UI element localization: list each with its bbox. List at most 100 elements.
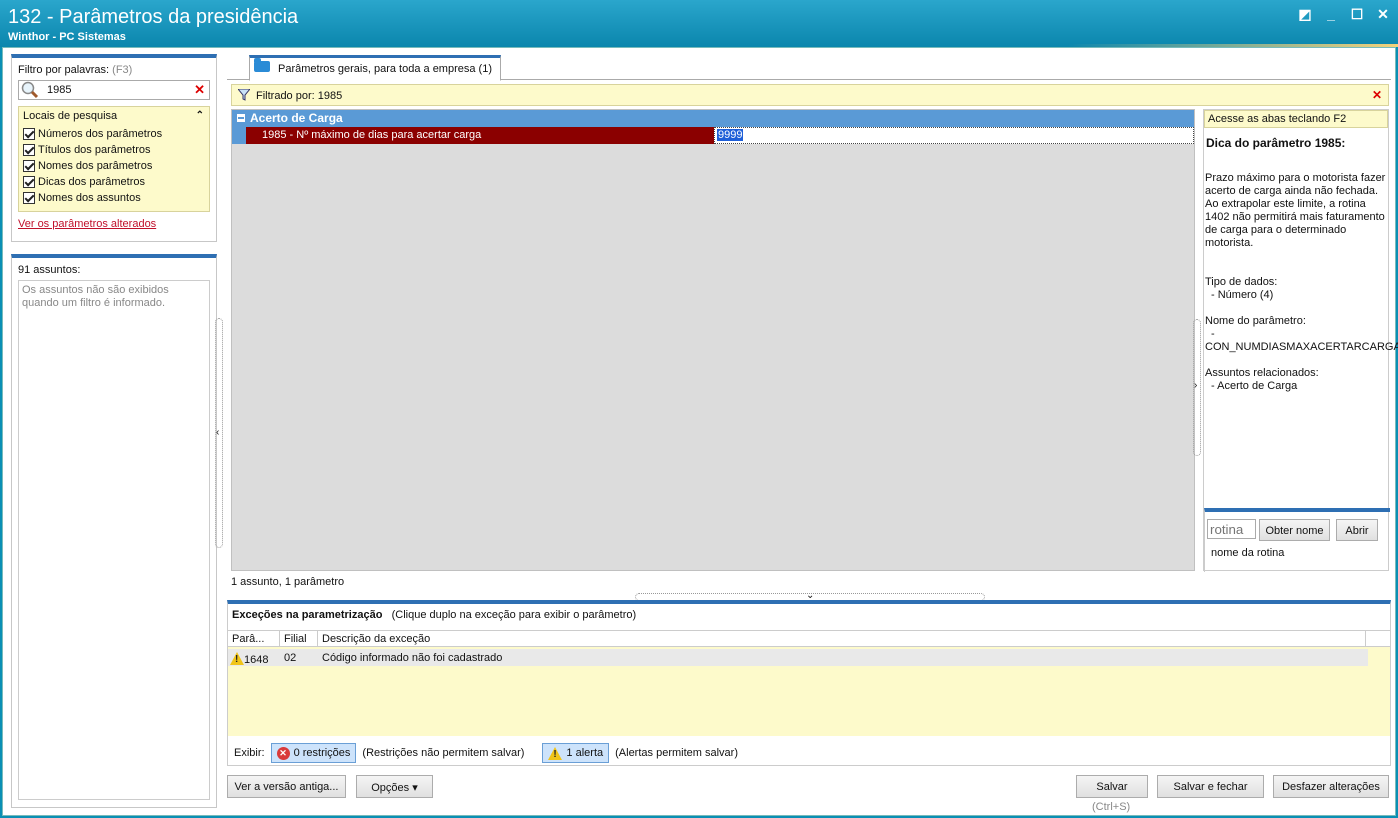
result-count: 1 assunto, 1 parâmetro [231, 576, 345, 588]
checkbox-label: Números dos parâmetros [38, 128, 163, 140]
checkbox-option[interactable]: Nomes dos parâmetros [23, 158, 205, 174]
filter-status-label: Filtrado por: 1985 [256, 90, 343, 102]
cell-description: Código informado não foi cadastrado [322, 652, 503, 664]
tab-parametros-gerais[interactable]: Parâmetros gerais, para toda a empresa (… [249, 55, 501, 81]
checkbox-option[interactable]: Números dos parâmetros [23, 126, 205, 142]
params-grid: Acerto de Carga 1985 - Nº máximo de dias… [231, 109, 1195, 571]
filter-shortcut: (F3) [112, 64, 133, 76]
checkbox-icon[interactable] [23, 176, 35, 188]
name-dash: - [1211, 328, 1215, 340]
checkbox-icon[interactable] [23, 160, 35, 172]
help-panel: Acesse as abas teclando F2 Dica do parâm… [1203, 109, 1398, 572]
name-value: CON_NUMDIASMAXACERTARCARGA [1205, 341, 1398, 353]
checkbox-label: Títulos dos parâmetros [38, 144, 151, 156]
subjects-message: Os assuntos não são exibidos quando um f… [22, 284, 169, 309]
window-client: Filtro por palavras: (F3) 1985 ✕ Locais … [2, 47, 1398, 816]
save-and-close-button[interactable]: Salvar e fechar [1157, 775, 1264, 798]
restrictions-label: 0 restrições [293, 747, 351, 759]
param-row[interactable]: 1985 - Nº máximo de dias para acertar ca… [232, 127, 1194, 144]
folder-icon [254, 58, 270, 72]
exceptions-panel: Exceções na parametrização (Clique duplo… [227, 600, 1391, 766]
type-value: - Número (4) [1211, 289, 1274, 301]
window-title: 132 - Parâmetros da presidência [8, 6, 299, 28]
param-value: 9999 [717, 129, 744, 141]
exceptions-table: Parâ... Filial Descrição da exceção 1648… [228, 630, 1390, 736]
warning-icon [548, 746, 563, 760]
checkbox-icon[interactable] [23, 128, 35, 140]
column-header[interactable]: Descrição da exceção [318, 631, 1366, 646]
abrir-button[interactable]: Abrir [1336, 519, 1378, 541]
group-row[interactable]: Acerto de Carga [232, 110, 1194, 127]
options-button[interactable]: Opções ▾ [356, 775, 433, 798]
search-input[interactable]: 1985 ✕ [18, 80, 210, 100]
warning-icon [230, 652, 244, 665]
main-area: Parâmetros gerais, para toda a empresa (… [227, 52, 1398, 592]
restore-icon[interactable]: ◩ [1298, 6, 1312, 23]
maximize-icon[interactable]: ☐ [1350, 6, 1364, 23]
shortcut-hint: Acesse as abas teclando F2 [1204, 110, 1388, 128]
chevron-right-icon[interactable]: › [1194, 380, 1197, 391]
checkbox-label: Nomes dos parâmetros [38, 160, 153, 172]
tab-label: Parâmetros gerais, para toda a empresa (… [278, 63, 492, 75]
alerts-toggle[interactable]: 1 alerta [542, 743, 610, 763]
window-subtitle: Winthor - PC Sistemas [8, 31, 126, 43]
subjects-list[interactable]: Os assuntos não são exibidos quando um f… [18, 280, 210, 800]
cell-param: 1648 [244, 654, 269, 666]
checkbox-label: Dicas dos parâmetros [38, 176, 145, 188]
title-bar: 132 - Parâmetros da presidência Winthor … [0, 0, 1398, 47]
restrictions-note: (Restrições não permitem salvar) [362, 747, 525, 759]
restrictions-toggle[interactable]: ✕ 0 restrições [270, 743, 357, 763]
rotina-input[interactable] [1207, 519, 1256, 539]
checkbox-option[interactable]: Nomes dos assuntos [23, 190, 205, 206]
checkbox-option[interactable]: Dicas dos parâmetros [23, 174, 205, 190]
close-icon[interactable]: ✕ [1376, 6, 1390, 23]
filter-status-bar: Filtrado por: 1985 ✕ [231, 84, 1389, 106]
collapse-group-icon[interactable] [237, 114, 245, 122]
rotina-panel: Obter nome Abrir nome da rotina [1204, 508, 1390, 572]
obter-nome-button[interactable]: Obter nome [1259, 519, 1330, 541]
column-header[interactable]: Filial [280, 631, 318, 646]
filter-label: Filtro por palavras: [18, 64, 110, 76]
related-value: - Acerto de Carga [1211, 380, 1298, 392]
changed-params-link[interactable]: Ver os parâmetros alterados [18, 218, 210, 230]
rotina-name: nome da rotina [1211, 547, 1285, 559]
chevron-left-icon[interactable]: ‹ [216, 427, 219, 438]
param-metadata: Tipo de dados: - Número (4) Nome do parâ… [1205, 276, 1398, 393]
related-label: Assuntos relacionados: [1205, 367, 1319, 379]
search-icon [21, 81, 39, 99]
tip-description: Prazo máximo para o motorista fazer acer… [1205, 172, 1386, 249]
exceptions-hint: (Clique duplo na exceção para exibir o p… [391, 609, 637, 621]
param-value-input[interactable]: 9999 [714, 127, 1194, 144]
checkbox-icon[interactable] [23, 192, 35, 204]
column-header[interactable]: Parâ... [228, 631, 280, 646]
filter-panel: Filtro por palavras: (F3) 1985 ✕ Locais … [11, 54, 217, 242]
checkbox-label: Nomes dos assuntos [38, 192, 141, 204]
exibir-label: Exibir: [234, 747, 265, 759]
param-name: 1985 - Nº máximo de dias para acertar ca… [246, 127, 714, 144]
search-value: 1985 [47, 84, 72, 96]
right-splitter[interactable]: › [1193, 319, 1201, 456]
funnel-icon [238, 89, 250, 101]
table-row[interactable]: 1648 02 Código informado não foi cadastr… [228, 649, 1368, 666]
collapse-icon[interactable]: ⌃ [196, 110, 204, 121]
search-locations-panel: Locais de pesquisa ⌃ Números dos parâmet… [18, 106, 210, 212]
subjects-panel: 91 assuntos: Os assuntos não são exibido… [11, 254, 217, 808]
row-indent [232, 127, 246, 144]
table-header: Parâ... Filial Descrição da exceção [228, 631, 1390, 647]
left-splitter[interactable]: ‹ [215, 318, 223, 548]
group-label: Acerto de Carga [250, 111, 343, 125]
clear-filter-icon[interactable]: ✕ [1372, 88, 1382, 102]
minimize-icon[interactable]: _ [1324, 6, 1338, 23]
clear-search-icon[interactable]: ✕ [194, 82, 205, 98]
old-version-button[interactable]: Ver a versão antiga... [227, 775, 346, 798]
checkbox-option[interactable]: Títulos dos parâmetros [23, 142, 205, 158]
save-button[interactable]: Salvar [1076, 775, 1148, 798]
name-label: Nome do parâmetro: [1205, 315, 1306, 327]
cell-filial: 02 [284, 652, 297, 664]
alerts-label: 1 alerta [566, 747, 604, 759]
type-label: Tipo de dados: [1205, 276, 1278, 288]
checkbox-icon[interactable] [23, 144, 35, 156]
error-icon: ✕ [276, 746, 290, 760]
tab-strip: Parâmetros gerais, para toda a empresa (… [227, 52, 1391, 81]
undo-changes-button[interactable]: Desfazer alterações [1273, 775, 1389, 798]
